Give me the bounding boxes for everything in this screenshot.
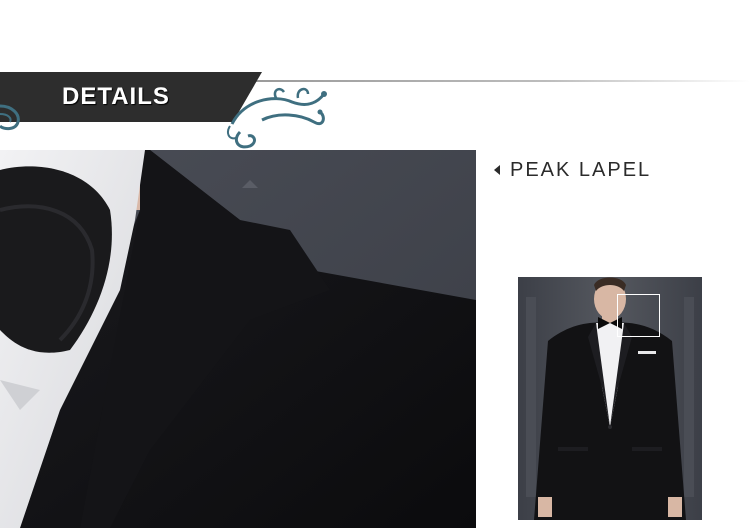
detail-focus-box xyxy=(617,294,660,337)
suit-thumbnail xyxy=(518,277,702,520)
header-divider xyxy=(250,80,750,82)
triangle-left-icon xyxy=(494,165,500,175)
feature-title: PEAK LAPEL xyxy=(510,159,652,181)
ornament-swirl-left-icon xyxy=(0,104,20,131)
feature-heading: PEAK LAPEL xyxy=(494,158,651,182)
ornament-swirl-icon xyxy=(227,87,327,149)
lapel-detail-photo xyxy=(0,150,476,528)
section-title: DETAILS xyxy=(62,83,170,110)
